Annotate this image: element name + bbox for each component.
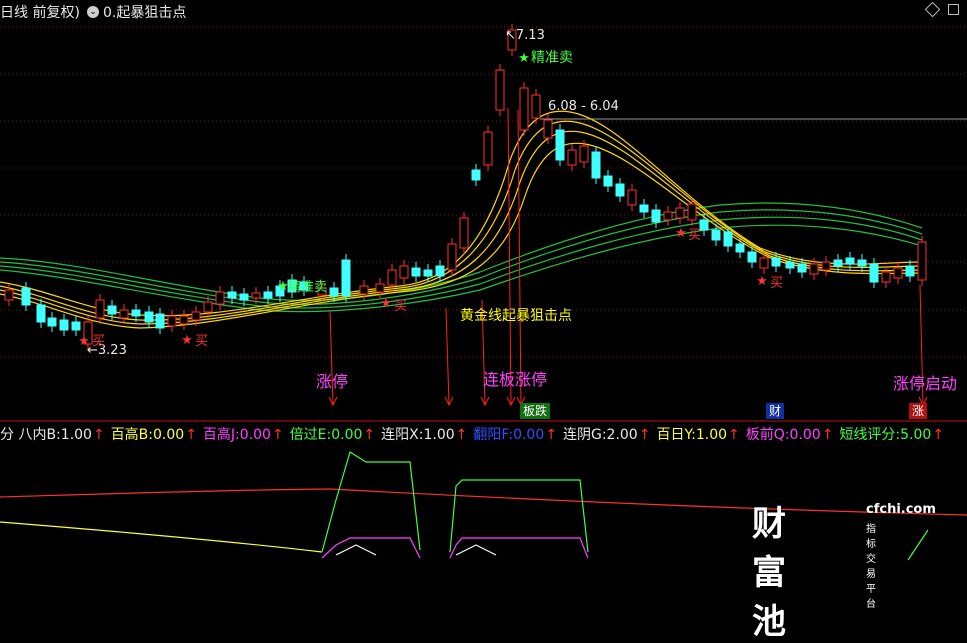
indicator-line — [455, 544, 497, 556]
logo-slogan: 指标交易平台 — [866, 524, 876, 610]
indicator-line — [449, 479, 589, 553]
indicator-line — [0, 488, 331, 498]
indicator-line — [335, 544, 377, 556]
logo-url: cfchi.com — [866, 502, 936, 517]
indicator-line — [0, 521, 323, 553]
indicator-lines — [0, 451, 967, 561]
indicator-line — [321, 451, 421, 553]
logo-brand: 财富池 — [752, 504, 786, 642]
indicator-subchart[interactable] — [0, 0, 967, 561]
indicator-line — [907, 529, 929, 561]
